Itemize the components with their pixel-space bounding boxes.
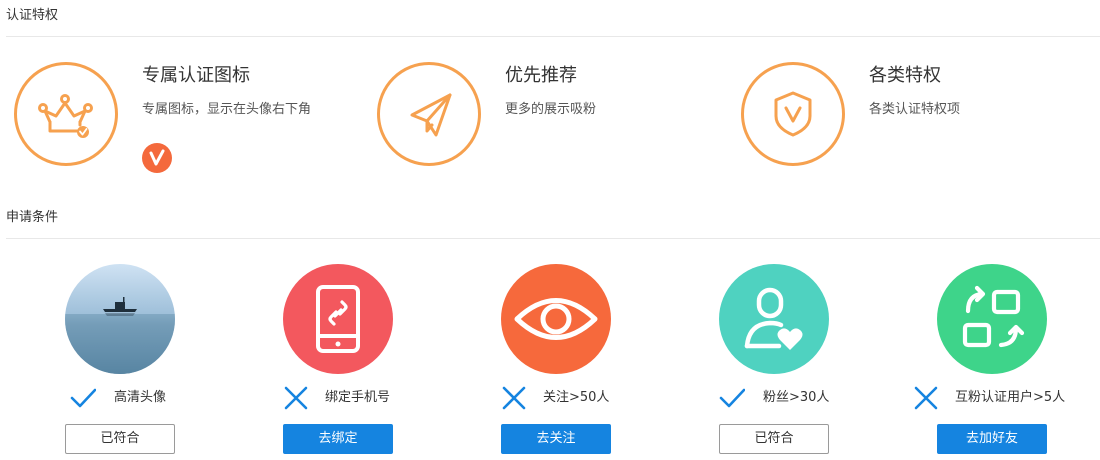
- paper-plane-icon: [377, 62, 481, 166]
- conditions-section-title: 申请条件: [6, 210, 59, 225]
- crown-icon: [14, 62, 118, 166]
- certification-page: 认证特权 专属认证图标 专属图标，显示在头像右下角 优先推荐 更多的展示吸粉 各…: [0, 0, 1100, 460]
- condition-fans-label: 粉丝>30人: [763, 390, 830, 405]
- avatar-photo: [65, 264, 175, 374]
- condition-follow-cross-icon: [501, 385, 527, 411]
- condition-fans-met-button[interactable]: 已符合: [719, 424, 829, 454]
- privilege-desc-recommend: 更多的展示吸粉: [505, 102, 597, 117]
- condition-mutual-label: 互粉认证用户>5人: [955, 390, 1066, 405]
- privilege-title-badge: 专属认证图标: [142, 65, 250, 86]
- go-follow-button[interactable]: 去关注: [501, 424, 611, 454]
- condition-follow-label: 关注>50人: [543, 390, 610, 405]
- eye-icon: [501, 264, 611, 374]
- user-heart-icon: [719, 264, 829, 374]
- condition-fans-check-icon: [719, 385, 745, 411]
- condition-phone-cross-icon: [283, 385, 309, 411]
- condition-phone-label: 绑定手机号: [325, 390, 391, 405]
- privileges-section-title: 认证特权: [6, 8, 59, 23]
- add-friends-button[interactable]: 去加好友: [937, 424, 1047, 454]
- shield-icon: [741, 62, 845, 166]
- condition-avatar-check-icon: [70, 385, 96, 411]
- condition-avatar-met-button[interactable]: 已符合: [65, 424, 175, 454]
- verified-v-badge-icon: [142, 143, 172, 173]
- condition-avatar-label: 高清头像: [114, 390, 167, 405]
- phone-link-icon: [283, 264, 393, 374]
- exchange-icon: [937, 264, 1047, 374]
- privilege-title-other: 各类特权: [869, 65, 941, 86]
- privilege-desc-other: 各类认证特权项: [869, 102, 961, 117]
- privileges-divider: [6, 36, 1100, 37]
- condition-mutual-cross-icon: [913, 385, 939, 411]
- privilege-desc-badge: 专属图标，显示在头像右下角: [142, 102, 312, 117]
- conditions-divider: [6, 238, 1100, 239]
- bind-phone-button[interactable]: 去绑定: [283, 424, 393, 454]
- privilege-title-recommend: 优先推荐: [505, 65, 577, 86]
